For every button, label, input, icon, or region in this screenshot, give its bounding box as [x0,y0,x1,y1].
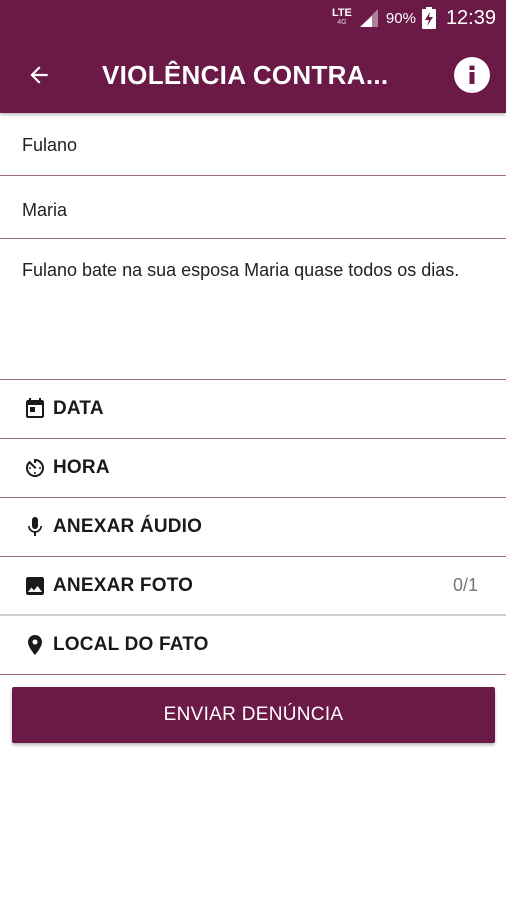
victim-name-value: Maria [22,200,68,220]
page-title: VIOLÊNCIA CONTRA... [102,60,389,90]
network-subtype: 4G [337,19,347,26]
victim-name-field[interactable]: Maria [0,176,506,239]
status-bar: LTE 4G 90% 12:39 [0,0,506,36]
date-picker-row[interactable]: DATA [0,380,506,439]
info-button[interactable] [454,57,490,93]
timer-icon [23,456,47,480]
back-button[interactable] [20,56,58,94]
time-label: HORA [53,457,110,478]
photo-count: 0/1 [452,575,478,595]
network-indicator: LTE 4G [332,8,352,28]
time-picker-row[interactable]: HORA [0,439,506,498]
battery-charging-icon [421,7,436,29]
date-label: DATA [53,398,104,419]
app-toolbar: VIOLÊNCIA CONTRA... [0,36,506,113]
info-icon [469,65,475,84]
network-type: LTE [331,7,352,19]
attach-photo-row[interactable]: ANEXAR FOTO 0/1 [0,557,506,616]
image-icon [23,574,47,598]
microphone-icon [23,515,47,539]
battery-percent: 90% [385,9,416,27]
arrow-back-icon [30,66,48,84]
attach-audio-label: ANEXAR ÁUDIO [53,516,203,537]
aggressor-name-field[interactable]: Fulano [0,113,506,176]
status-indicators: LTE 4G 90% 12:39 [332,0,496,36]
attach-audio-row[interactable]: ANEXAR ÁUDIO [0,498,506,557]
aggressor-name-value: Fulano [22,135,78,155]
location-label: LOCAL DO FATO [53,634,209,655]
calendar-icon [23,397,47,421]
clock: 12:39 [445,6,496,29]
signal-icon [359,9,378,27]
description-field[interactable]: Fulano bate na sua esposa Maria quase to… [0,239,506,380]
description-value: Fulano bate na sua esposa Maria quase to… [22,260,460,280]
submit-report-button[interactable]: ENVIAR DENÚNCIA [12,687,495,743]
attach-photo-label: ANEXAR FOTO [53,574,194,596]
location-pin-icon [23,633,47,657]
location-row[interactable]: LOCAL DO FATO [0,616,506,675]
